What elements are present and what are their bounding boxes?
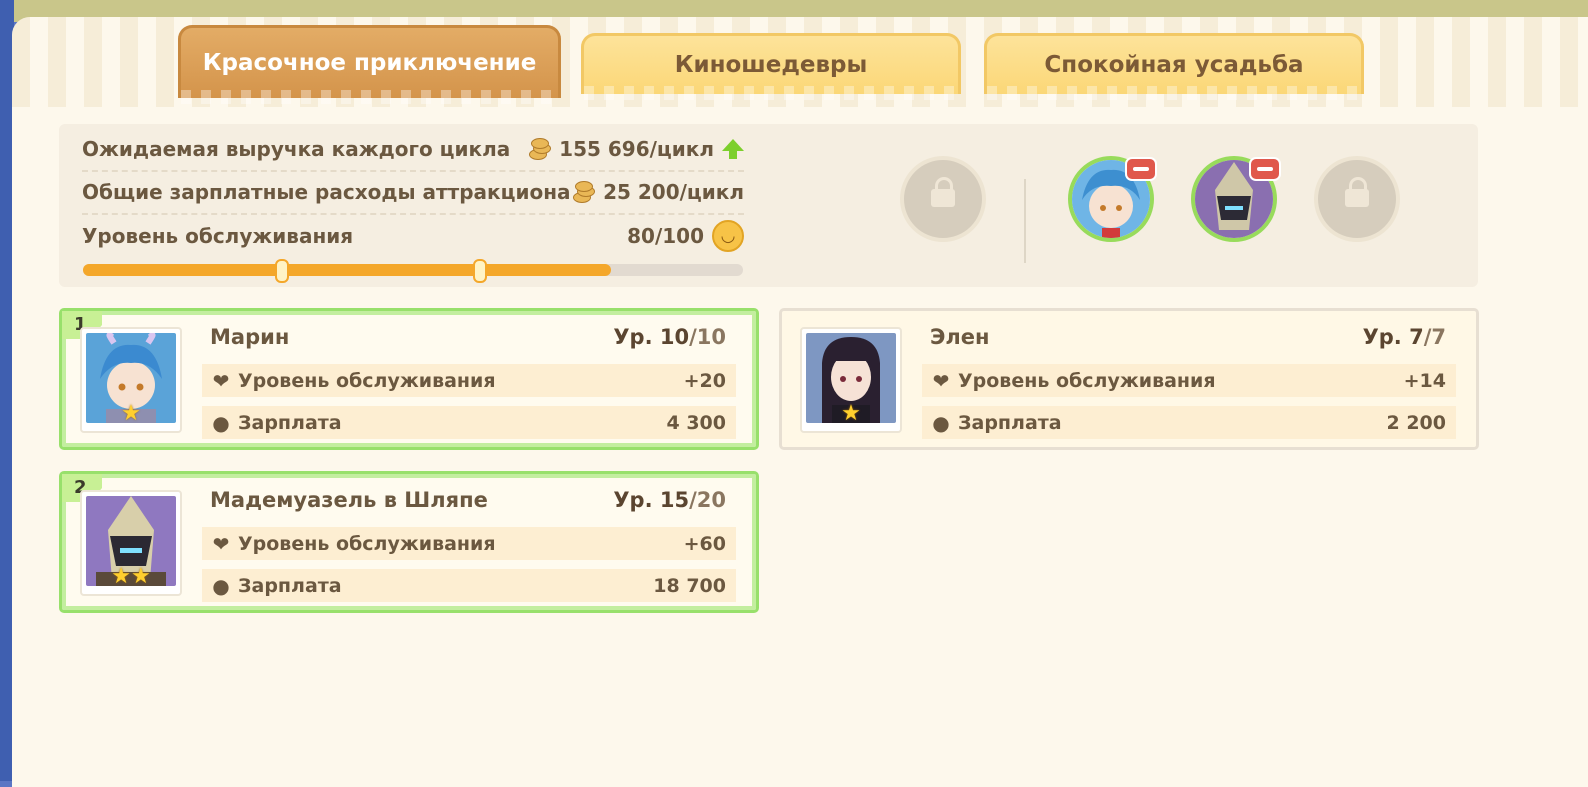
- service-stat: ❤ Уровень обслуживания +20: [202, 364, 736, 397]
- tab-label: Киношедевры: [674, 52, 868, 78]
- salary-label: Общие зарплатные расходы аттракциона: [82, 180, 571, 204]
- staff-name: Мадемуазель в Шляпе: [210, 488, 488, 512]
- portrait-frame: ★: [800, 327, 902, 433]
- tab-movie-masterpieces[interactable]: Киношедевры: [581, 33, 961, 100]
- staff-name: Элен: [930, 325, 990, 349]
- heart-icon: ❤: [212, 531, 230, 556]
- lock-icon: [931, 177, 955, 207]
- coin-icon: [527, 138, 552, 160]
- heart-icon: ❤: [212, 368, 230, 393]
- staff-card-marin[interactable]: 1 ★ Марин Ур. 10/10 ❤ Уровень обслуживан…: [59, 308, 759, 450]
- star-rating: ★: [841, 401, 861, 426]
- staff-level: Ур. 10/10: [613, 325, 726, 349]
- coin-icon: ●: [212, 410, 230, 435]
- revenue-value-group: 155 696/цикл: [527, 137, 744, 161]
- up-arrow-icon: [722, 139, 744, 159]
- tab-checker: [987, 86, 1361, 100]
- tab-quiet-estate[interactable]: Спокойная усадьба: [984, 33, 1364, 100]
- salary-stat: ● Зарплата 4 300: [202, 406, 736, 439]
- tab-colorful-adventure[interactable]: Красочное приключение: [178, 25, 561, 104]
- staff-level: Ур. 7/7: [1362, 325, 1446, 349]
- coin-icon: [571, 181, 596, 203]
- revenue-value: 155 696/цикл: [559, 137, 714, 161]
- staff-card-mademoiselle[interactable]: 2 ★★ Мадемуазель в Шляпе Ур. 15/20 ❤ Уро…: [59, 471, 759, 613]
- staff-level: Ур. 15/20: [613, 488, 726, 512]
- revenue-row: Ожидаемая выручка каждого цикла 155 696/…: [82, 130, 744, 168]
- main-panel: Красочное приключение Киношедевры Спокой…: [12, 17, 1588, 787]
- tab-label: Красочное приключение: [202, 50, 537, 76]
- tab-checker: [181, 90, 558, 104]
- salary-row: Общие зарплатные расходы аттракциона 25 …: [82, 173, 744, 211]
- star-rating: ★★: [111, 564, 151, 589]
- salary-value-group: 25 200/цикл: [571, 180, 744, 204]
- coin-icon: ●: [932, 410, 950, 435]
- divider: [82, 170, 744, 172]
- service-value-group: 80/100 ◡: [627, 220, 744, 252]
- salary-stat: ● Зарплата 2 200: [922, 406, 1456, 439]
- service-label: Уровень обслуживания: [82, 224, 354, 248]
- service-stat: ❤ Уровень обслуживания +60: [202, 527, 736, 560]
- service-value: 80/100: [627, 224, 704, 248]
- staff-slot-locked[interactable]: [1314, 156, 1400, 242]
- service-progress-fill: [83, 264, 611, 276]
- portrait-frame: ★★: [80, 490, 182, 596]
- smile-icon: ◡: [712, 220, 744, 252]
- service-row: Уровень обслуживания 80/100 ◡: [82, 217, 744, 255]
- progress-marker: [473, 259, 487, 283]
- staff-card-elen[interactable]: ★ Элен Ур. 7/7 ❤ Уровень обслуживания +1…: [779, 308, 1479, 450]
- star-rating: ★: [121, 401, 141, 426]
- slot-separator: [1024, 179, 1026, 263]
- staff-slot-locked[interactable]: [900, 156, 986, 242]
- remove-icon[interactable]: [1125, 157, 1157, 181]
- coin-icon: ●: [212, 573, 230, 598]
- service-progress-bar: [83, 259, 743, 283]
- staff-name: Марин: [210, 325, 290, 349]
- salary-stat: ● Зарплата 18 700: [202, 569, 736, 602]
- tab-label: Спокойная усадьба: [1044, 52, 1304, 78]
- remove-icon[interactable]: [1249, 157, 1281, 181]
- portrait-frame: ★: [80, 327, 182, 433]
- service-stat: ❤ Уровень обслуживания +14: [922, 364, 1456, 397]
- progress-marker: [275, 259, 289, 283]
- revenue-label: Ожидаемая выручка каждого цикла: [82, 137, 511, 161]
- salary-value: 25 200/цикл: [603, 180, 744, 204]
- heart-icon: ❤: [932, 368, 950, 393]
- tab-checker: [584, 86, 958, 100]
- divider: [82, 213, 744, 215]
- lock-icon: [1345, 177, 1369, 207]
